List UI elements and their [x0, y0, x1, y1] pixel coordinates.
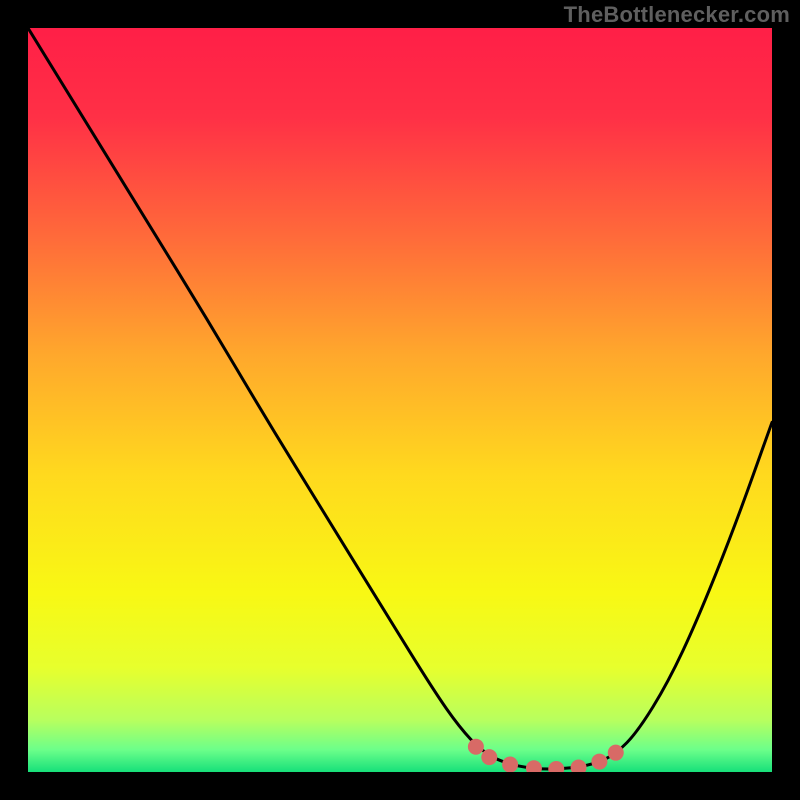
watermark-text: TheBottlenecker.com — [564, 2, 790, 28]
chart-svg — [28, 28, 772, 772]
chart-container: TheBottlenecker.com — [0, 0, 800, 800]
marker-point — [591, 754, 607, 770]
gradient-background — [28, 28, 772, 772]
marker-point — [481, 749, 497, 765]
plot-area — [28, 28, 772, 772]
marker-point — [502, 757, 518, 772]
marker-point — [468, 739, 484, 755]
marker-point — [608, 745, 624, 761]
